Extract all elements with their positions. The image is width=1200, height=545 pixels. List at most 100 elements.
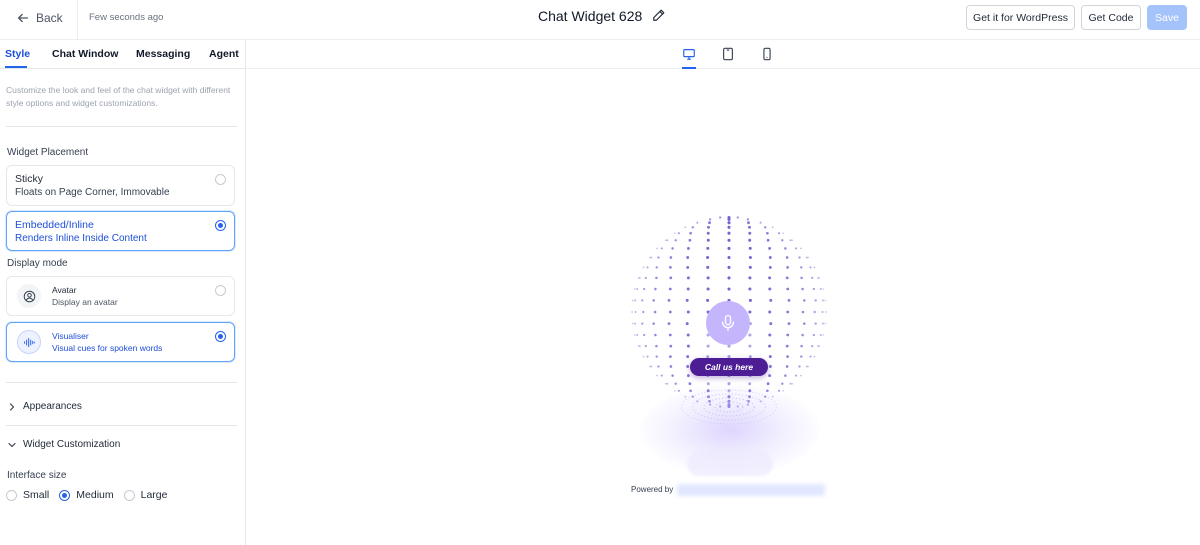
size-option-large[interactable]: Large — [123, 489, 167, 501]
title-group: Chat Widget 628 — [538, 8, 668, 24]
tab-messaging[interactable]: Messaging — [136, 48, 190, 60]
visualiser-dot — [818, 277, 821, 279]
back-button[interactable]: Back — [8, 6, 71, 30]
visualiser-dot — [669, 365, 673, 368]
option-subtitle: Floats on Page Corner, Immovable — [15, 187, 170, 198]
visualiser-dot — [631, 322, 634, 325]
visualiser-dot — [781, 382, 784, 385]
tablet-icon[interactable] — [720, 46, 736, 62]
visualiser-dot — [664, 382, 667, 385]
microphone-button[interactable] — [706, 301, 750, 345]
preview-device-bar — [247, 40, 1200, 69]
visualiser-dot — [768, 333, 772, 337]
visualiser-dot — [636, 288, 639, 290]
visualiser-dot — [813, 266, 816, 269]
appearances-section-toggle[interactable]: Appearances — [8, 401, 82, 412]
tab-chat-window[interactable]: Chat Window — [52, 48, 118, 60]
radio-avatar[interactable] — [215, 285, 226, 296]
radio-visualiser[interactable] — [215, 331, 226, 342]
visualiser-dot — [798, 256, 801, 259]
interface-size-label: Interface size — [7, 470, 67, 481]
visualiser-dot — [785, 365, 789, 368]
visualiser-dot — [642, 266, 645, 269]
size-option-small[interactable]: Small — [6, 489, 49, 501]
radio-medium[interactable] — [59, 489, 71, 501]
call-us-button[interactable]: Call us here — [690, 358, 768, 376]
visualiser-dot — [727, 255, 731, 260]
visualiser-dot — [669, 355, 672, 358]
settings-tabs: Style Chat Window Messaging Agent — [0, 40, 246, 69]
visualiser-dot — [689, 231, 692, 235]
mobile-icon[interactable] — [759, 46, 775, 62]
visualiser-dot — [655, 276, 658, 280]
tab-style[interactable]: Style — [5, 48, 30, 60]
visualiser-dot — [727, 246, 731, 250]
radio-large[interactable] — [123, 489, 135, 501]
pencil-icon[interactable] — [652, 8, 668, 24]
visualiser-dot — [669, 344, 673, 348]
visualiser-dot — [786, 355, 789, 358]
save-button[interactable]: Save — [1147, 5, 1187, 30]
visualiser-dot — [791, 382, 794, 385]
visualiser-dot — [652, 299, 655, 302]
visualiser-dot — [668, 310, 672, 314]
visualiser-dot — [771, 226, 774, 229]
visualiser-dot — [812, 287, 815, 291]
display-option-avatar[interactable]: Avatar Display an avatar — [6, 276, 235, 316]
powered-by-link[interactable] — [677, 484, 825, 496]
style-description: Customize the look and feel of the chat … — [6, 85, 231, 108]
get-code-button[interactable]: Get Code — [1081, 5, 1141, 30]
visualiser-dot — [727, 238, 731, 242]
visualiser-dot — [736, 216, 739, 219]
visualiser-dot — [666, 382, 669, 385]
visualiser-dot — [798, 365, 801, 368]
visualiser-dot — [634, 310, 637, 314]
visualiser-dot — [664, 239, 667, 242]
appearances-label: Appearances — [23, 401, 82, 412]
size-label: Small — [23, 489, 50, 501]
visualiser-dot — [634, 288, 636, 290]
visualiser-dot — [669, 276, 673, 280]
divider — [6, 126, 237, 127]
visualiser-dot — [667, 299, 671, 302]
visualiser-dot — [642, 310, 645, 314]
visualiser-dot — [805, 256, 808, 259]
tab-agent[interactable]: Agent — [209, 48, 239, 60]
visualiser-dot — [654, 287, 657, 291]
visualiser-dot — [786, 310, 790, 314]
customization-section-toggle[interactable]: Widget Customization — [8, 439, 120, 450]
visualiser-dot — [809, 355, 812, 358]
visualiser-dot — [812, 333, 815, 337]
radio-sticky[interactable] — [215, 174, 226, 185]
chat-widget-preview: Call us here Powered by — [620, 215, 840, 505]
visualiser-dot — [801, 310, 805, 314]
size-option-medium[interactable]: Medium — [59, 489, 114, 501]
visualiser-dot — [768, 256, 772, 259]
back-label: Back — [36, 11, 63, 25]
placement-option-sticky[interactable]: Sticky Floats on Page Corner, Immovable — [6, 165, 235, 206]
visualiser-dot — [803, 299, 806, 302]
display-option-visualiser[interactable]: Visualiser Visual cues for spoken words — [6, 322, 235, 362]
visualiser-dot — [824, 322, 827, 325]
visualiser-dot — [824, 299, 827, 302]
visualiser-dot — [768, 310, 772, 314]
visualiser-dot — [685, 298, 689, 302]
placement-option-embedded[interactable]: Embedded/Inline Renders Inline Inside Co… — [6, 211, 235, 251]
radio-embedded[interactable] — [215, 220, 226, 231]
desktop-icon[interactable] — [681, 46, 697, 62]
arrow-left-icon — [16, 11, 30, 25]
get-wordpress-button[interactable]: Get it for WordPress — [966, 5, 1075, 30]
visualiser-dot — [766, 382, 770, 386]
visualiser-dot — [786, 287, 790, 291]
visualiser-dot — [688, 382, 692, 386]
divider — [6, 425, 237, 426]
customization-label: Widget Customization — [23, 439, 121, 450]
visualiser-dot — [654, 333, 657, 337]
visualiser-dot — [657, 256, 660, 259]
visualiser-dot — [769, 322, 773, 326]
save-status: Few seconds ago — [89, 12, 164, 23]
visualiser-dot — [818, 345, 821, 347]
radio-small[interactable] — [6, 489, 17, 501]
visualiser-dot — [648, 256, 651, 259]
visualiser-dot — [747, 221, 750, 225]
